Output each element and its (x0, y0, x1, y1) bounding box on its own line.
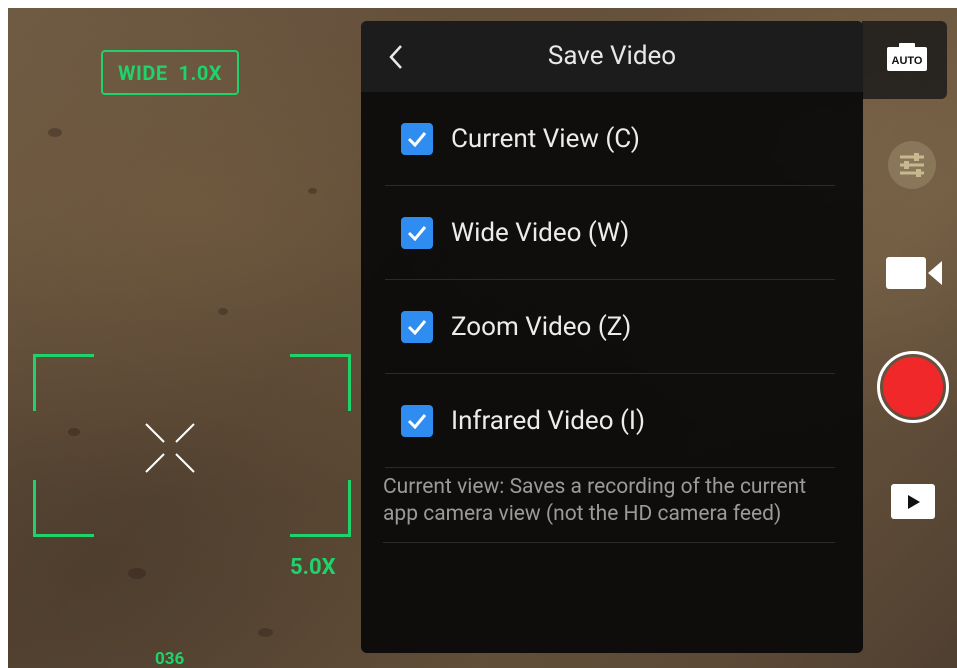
checkmark-icon (407, 225, 427, 241)
bottom-readout: 036 (155, 649, 185, 668)
checkmark-icon (407, 413, 427, 429)
option-label: Zoom Video (Z) (451, 311, 632, 342)
option-label: Current View (C) (451, 123, 640, 154)
focus-bracket-bottom-left (33, 480, 94, 537)
option-current-view[interactable]: Current View (C) (385, 92, 835, 186)
checkbox-zoom-video[interactable] (401, 310, 433, 343)
panel-header (361, 21, 863, 92)
focus-bracket-bottom-right (290, 480, 351, 537)
checkbox-infrared-video[interactable] (401, 404, 433, 437)
crosshair-icon (145, 423, 195, 473)
checkmark-icon (407, 131, 427, 147)
checkmark-icon (407, 319, 427, 335)
option-label: Infrared Video (I) (451, 405, 646, 436)
playback-icon[interactable] (891, 484, 935, 519)
checkbox-current-view[interactable] (401, 122, 433, 155)
option-wide-video[interactable]: Wide Video (W) (385, 186, 835, 280)
back-button[interactable] (379, 39, 413, 75)
option-zoom-video[interactable]: Zoom Video (Z) (385, 280, 835, 374)
save-video-options: Current View (C) Wide Video (W) Zoom Vid… (385, 92, 835, 468)
settings-sliders-icon[interactable] (888, 141, 936, 189)
option-infrared-video[interactable]: Infrared Video (I) (385, 374, 835, 468)
option-label: Wide Video (W) (451, 217, 630, 248)
video-camera-icon[interactable] (886, 253, 942, 293)
camera-screen: WIDE 1.0X 5.0X 036 AUTO Save Video Curre… (0, 0, 957, 668)
auto-camera-icon[interactable]: AUTO (885, 41, 929, 73)
record-button[interactable] (877, 351, 949, 423)
record-icon (883, 357, 943, 417)
help-text: Current view: Saves a recording of the c… (383, 474, 835, 543)
focus-bracket-top-right (290, 354, 351, 411)
focus-bracket-top-left (33, 354, 94, 411)
lens-mode-badge[interactable]: WIDE 1.0X (101, 50, 239, 95)
checkbox-wide-video[interactable] (401, 216, 433, 249)
auto-label: AUTO (892, 55, 923, 67)
zoom-level-label: 5.0X (290, 555, 336, 580)
back-chevron-icon (389, 45, 402, 69)
save-video-panel: Save Video Current View (C) Wide Video (… (361, 21, 863, 653)
